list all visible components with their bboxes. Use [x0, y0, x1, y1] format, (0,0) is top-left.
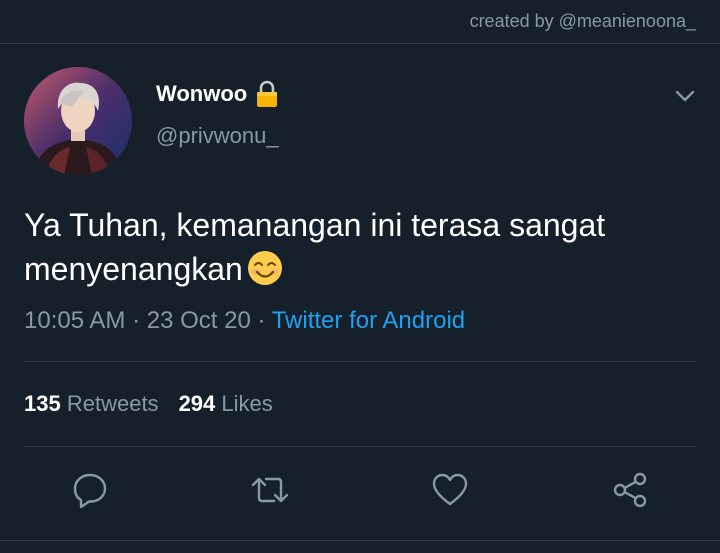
share-icon[interactable] — [610, 470, 650, 510]
tweet-stats: 135 Retweets 294 Likes — [24, 391, 273, 417]
author-name[interactable]: Wonwoo — [156, 81, 247, 107]
tweet-text: Ya Tuhan, kemanangan ini terasa sangat m… — [24, 203, 684, 291]
chevron-down-icon[interactable] — [674, 85, 696, 107]
likes-stat[interactable]: 294 Likes — [179, 391, 273, 416]
stats-divider — [24, 446, 696, 447]
tweet-source-link[interactable]: Twitter for Android — [272, 307, 465, 334]
smiling-face-emoji-icon — [247, 251, 282, 285]
retweets-stat[interactable]: 135 Retweets — [24, 391, 159, 416]
credit-watermark: created by @meanienoona_ — [469, 11, 696, 31]
tweet-date: 23 Oct 20 — [146, 307, 251, 334]
retweets-count: 135 — [24, 391, 61, 416]
action-bar — [0, 470, 720, 510]
likes-count: 294 — [178, 391, 216, 416]
author-name-row[interactable]: Wonwoo — [156, 80, 279, 108]
reply-icon[interactable] — [70, 470, 110, 510]
author-handle[interactable]: @privwonu_ — [156, 123, 279, 149]
bottom-divider — [0, 540, 720, 541]
avatar[interactable] — [24, 67, 132, 175]
tweet-meta: 10:05 AM · 23 Oct 20 · Twitter for Andro… — [24, 307, 465, 335]
likes-label: Likes — [221, 391, 273, 416]
retweets-label: Retweets — [66, 391, 159, 416]
tweet-body: Ya Tuhan, kemanangan ini terasa sangat m… — [24, 207, 606, 287]
tweet-time: 10:05 AM — [24, 307, 126, 334]
meta-separator: · — [132, 307, 141, 334]
meta-divider — [24, 361, 696, 362]
retweet-icon[interactable] — [250, 470, 290, 510]
lock-icon — [257, 80, 278, 107]
header-divider — [0, 43, 720, 44]
heart-icon[interactable] — [430, 470, 470, 510]
meta-separator: · — [257, 307, 266, 334]
